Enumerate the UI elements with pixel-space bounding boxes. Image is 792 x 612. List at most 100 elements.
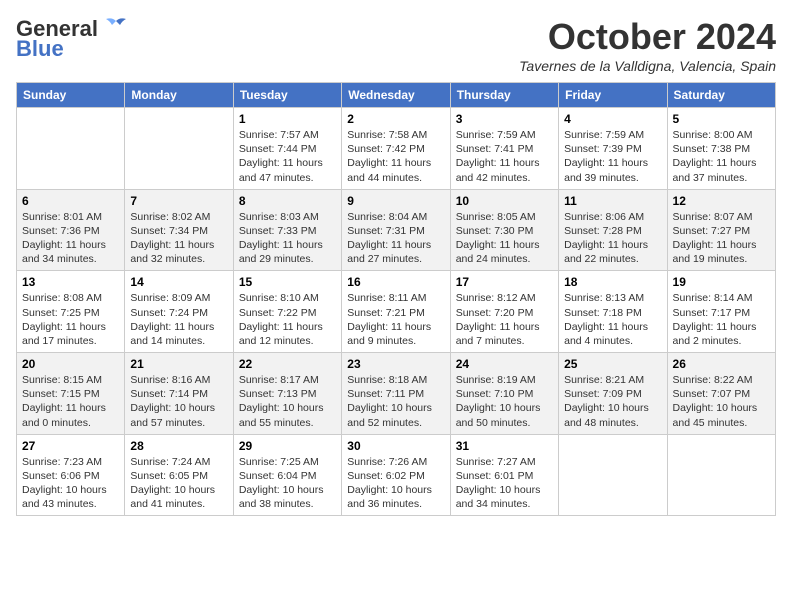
calendar-week-row: 13Sunrise: 8:08 AMSunset: 7:25 PMDayligh… (17, 271, 776, 353)
calendar-table: SundayMondayTuesdayWednesdayThursdayFrid… (16, 82, 776, 516)
title-area: October 2024 Tavernes de la Valldigna, V… (519, 16, 776, 74)
day-info: Sunrise: 7:59 AMSunset: 7:39 PMDaylight:… (564, 128, 661, 185)
day-info: Sunrise: 8:18 AMSunset: 7:11 PMDaylight:… (347, 373, 444, 430)
calendar-cell: 17 Sunrise: 8:12 AMSunset: 7:20 PMDayligh… (450, 271, 558, 353)
day-info: Sunrise: 7:25 AMSunset: 6:04 PMDaylight:… (239, 455, 336, 512)
day-number: 19 (673, 275, 770, 289)
day-info: Sunrise: 8:11 AMSunset: 7:21 PMDaylight:… (347, 291, 444, 348)
logo: General Blue (16, 16, 130, 62)
calendar-cell: 13Sunrise: 8:08 AMSunset: 7:25 PMDayligh… (17, 271, 125, 353)
day-number: 22 (239, 357, 336, 371)
day-number: 16 (347, 275, 444, 289)
day-number: 5 (673, 112, 770, 126)
calendar-cell: 15Sunrise: 8:10 AMSunset: 7:22 PMDayligh… (233, 271, 341, 353)
calendar-cell: 5 Sunrise: 8:00 AMSunset: 7:38 PMDaylight… (667, 108, 775, 190)
calendar-week-row: 1 Sunrise: 7:57 AMSunset: 7:44 PMDaylight… (17, 108, 776, 190)
day-number: 1 (239, 112, 336, 126)
calendar-cell: 12 Sunrise: 8:07 AMSunset: 7:27 PMDayligh… (667, 189, 775, 271)
day-number: 14 (130, 275, 227, 289)
calendar-cell (667, 434, 775, 516)
calendar-cell: 14 Sunrise: 8:09 AMSunset: 7:24 PMDayligh… (125, 271, 233, 353)
calendar-cell: 6 Sunrise: 8:01 AMSunset: 7:36 PMDaylight… (17, 189, 125, 271)
day-info: Sunrise: 7:23 AMSunset: 6:06 PMDaylight:… (22, 455, 119, 512)
calendar-cell: 22Sunrise: 8:17 AMSunset: 7:13 PMDayligh… (233, 353, 341, 435)
day-number: 28 (130, 439, 227, 453)
calendar-day-header: Tuesday (233, 83, 341, 108)
calendar-cell: 9 Sunrise: 8:04 AMSunset: 7:31 PMDaylight… (342, 189, 450, 271)
day-number: 2 (347, 112, 444, 126)
calendar-cell: 24 Sunrise: 8:19 AMSunset: 7:10 PMDayligh… (450, 353, 558, 435)
calendar-week-row: 27Sunrise: 7:23 AMSunset: 6:06 PMDayligh… (17, 434, 776, 516)
calendar-cell: 25Sunrise: 8:21 AMSunset: 7:09 PMDayligh… (559, 353, 667, 435)
day-info: Sunrise: 8:16 AMSunset: 7:14 PMDaylight:… (130, 373, 227, 430)
day-info: Sunrise: 7:26 AMSunset: 6:02 PMDaylight:… (347, 455, 444, 512)
calendar-cell: 7 Sunrise: 8:02 AMSunset: 7:34 PMDaylight… (125, 189, 233, 271)
day-number: 6 (22, 194, 119, 208)
day-number: 18 (564, 275, 661, 289)
day-info: Sunrise: 8:13 AMSunset: 7:18 PMDaylight:… (564, 291, 661, 348)
month-title: October 2024 (519, 16, 776, 58)
day-number: 29 (239, 439, 336, 453)
day-info: Sunrise: 8:12 AMSunset: 7:20 PMDaylight:… (456, 291, 553, 348)
calendar-cell: 2Sunrise: 7:58 AMSunset: 7:42 PMDaylight… (342, 108, 450, 190)
calendar-day-header: Saturday (667, 83, 775, 108)
day-number: 3 (456, 112, 553, 126)
day-info: Sunrise: 7:27 AMSunset: 6:01 PMDaylight:… (456, 455, 553, 512)
day-number: 8 (239, 194, 336, 208)
calendar-cell: 21 Sunrise: 8:16 AMSunset: 7:14 PMDayligh… (125, 353, 233, 435)
calendar-cell: 23 Sunrise: 8:18 AMSunset: 7:11 PMDayligh… (342, 353, 450, 435)
day-number: 12 (673, 194, 770, 208)
day-info: Sunrise: 8:06 AMSunset: 7:28 PMDaylight:… (564, 210, 661, 267)
logo-bird-icon (102, 17, 130, 37)
calendar-cell: 3 Sunrise: 7:59 AMSunset: 7:41 PMDaylight… (450, 108, 558, 190)
day-number: 9 (347, 194, 444, 208)
day-number: 30 (347, 439, 444, 453)
day-info: Sunrise: 8:00 AMSunset: 7:38 PMDaylight:… (673, 128, 770, 185)
day-info: Sunrise: 7:57 AMSunset: 7:44 PMDaylight:… (239, 128, 336, 185)
calendar-header-row: SundayMondayTuesdayWednesdayThursdayFrid… (17, 83, 776, 108)
day-number: 17 (456, 275, 553, 289)
day-info: Sunrise: 8:14 AMSunset: 7:17 PMDaylight:… (673, 291, 770, 348)
calendar-cell: 27Sunrise: 7:23 AMSunset: 6:06 PMDayligh… (17, 434, 125, 516)
calendar-cell (17, 108, 125, 190)
day-number: 11 (564, 194, 661, 208)
calendar-day-header: Sunday (17, 83, 125, 108)
calendar-cell: 20 Sunrise: 8:15 AMSunset: 7:15 PMDayligh… (17, 353, 125, 435)
calendar-week-row: 20 Sunrise: 8:15 AMSunset: 7:15 PMDayligh… (17, 353, 776, 435)
day-info: Sunrise: 8:19 AMSunset: 7:10 PMDaylight:… (456, 373, 553, 430)
calendar-cell: 16 Sunrise: 8:11 AMSunset: 7:21 PMDayligh… (342, 271, 450, 353)
calendar-cell: 18 Sunrise: 8:13 AMSunset: 7:18 PMDayligh… (559, 271, 667, 353)
calendar-cell: 10Sunrise: 8:05 AMSunset: 7:30 PMDayligh… (450, 189, 558, 271)
day-info: Sunrise: 8:03 AMSunset: 7:33 PMDaylight:… (239, 210, 336, 267)
day-info: Sunrise: 8:15 AMSunset: 7:15 PMDaylight:… (22, 373, 119, 430)
day-info: Sunrise: 7:24 AMSunset: 6:05 PMDaylight:… (130, 455, 227, 512)
calendar-cell: 28 Sunrise: 7:24 AMSunset: 6:05 PMDayligh… (125, 434, 233, 516)
calendar-day-header: Friday (559, 83, 667, 108)
calendar-cell: 1 Sunrise: 7:57 AMSunset: 7:44 PMDaylight… (233, 108, 341, 190)
day-info: Sunrise: 8:04 AMSunset: 7:31 PMDaylight:… (347, 210, 444, 267)
calendar-cell: 29 Sunrise: 7:25 AMSunset: 6:04 PMDayligh… (233, 434, 341, 516)
day-number: 20 (22, 357, 119, 371)
calendar-cell: 4 Sunrise: 7:59 AMSunset: 7:39 PMDaylight… (559, 108, 667, 190)
day-info: Sunrise: 8:02 AMSunset: 7:34 PMDaylight:… (130, 210, 227, 267)
calendar-cell (125, 108, 233, 190)
day-number: 24 (456, 357, 553, 371)
day-number: 7 (130, 194, 227, 208)
day-number: 4 (564, 112, 661, 126)
calendar-cell: 19 Sunrise: 8:14 AMSunset: 7:17 PMDayligh… (667, 271, 775, 353)
day-info: Sunrise: 8:09 AMSunset: 7:24 PMDaylight:… (130, 291, 227, 348)
day-number: 31 (456, 439, 553, 453)
location-subtitle: Tavernes de la Valldigna, Valencia, Spai… (519, 58, 776, 74)
logo-blue-text: Blue (16, 36, 64, 62)
calendar-cell (559, 434, 667, 516)
day-info: Sunrise: 8:10 AMSunset: 7:22 PMDaylight:… (239, 291, 336, 348)
day-info: Sunrise: 7:59 AMSunset: 7:41 PMDaylight:… (456, 128, 553, 185)
day-number: 23 (347, 357, 444, 371)
day-info: Sunrise: 8:22 AMSunset: 7:07 PMDaylight:… (673, 373, 770, 430)
day-number: 21 (130, 357, 227, 371)
day-info: Sunrise: 8:07 AMSunset: 7:27 PMDaylight:… (673, 210, 770, 267)
day-info: Sunrise: 8:01 AMSunset: 7:36 PMDaylight:… (22, 210, 119, 267)
day-info: Sunrise: 8:08 AMSunset: 7:25 PMDaylight:… (22, 291, 119, 348)
calendar-cell: 31 Sunrise: 7:27 AMSunset: 6:01 PMDayligh… (450, 434, 558, 516)
page-header: General Blue October 2024 Tavernes de la… (16, 16, 776, 74)
